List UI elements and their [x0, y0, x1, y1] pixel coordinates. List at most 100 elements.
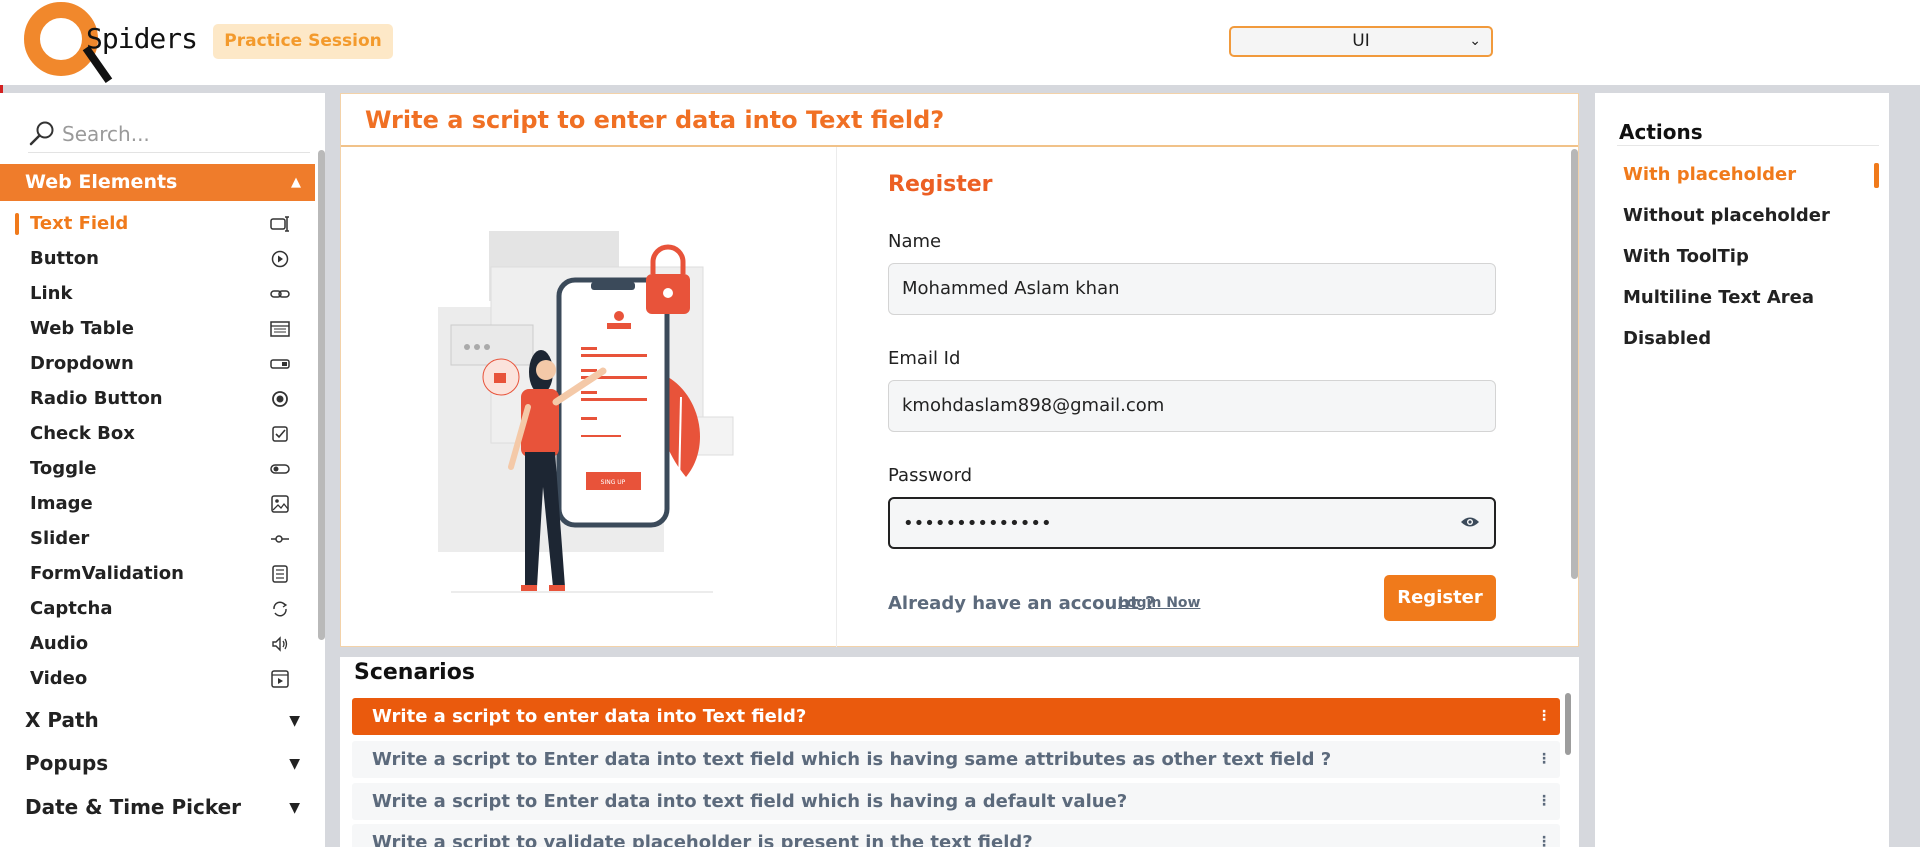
radio-icon [272, 391, 288, 407]
action-without-placeholder[interactable]: Without placeholder [1623, 205, 1830, 226]
main-card: Write a script to enter data into Text f… [340, 93, 1579, 647]
sidebar-item-radio-button[interactable]: Radio Button [0, 383, 300, 415]
sidebar-group-popups[interactable]: Popups ▼ [0, 743, 310, 783]
illustration-pane: SING UP [341, 147, 837, 647]
more-vertical-icon[interactable]: ⋮ [1537, 824, 1551, 847]
sidebar-scrollbar[interactable] [318, 150, 325, 640]
more-vertical-icon[interactable]: ⋮ [1537, 698, 1551, 735]
category-select-value: UI [1352, 31, 1370, 51]
scenario-text: Write a script to Enter data into text f… [372, 749, 1332, 770]
password-value: •••••••••••••• [903, 513, 1052, 534]
sidebar-item-form-validation[interactable]: FormValidation [0, 558, 300, 590]
register-illustration: SING UP [438, 231, 734, 593]
sidebar-item-label: Web Table [30, 318, 134, 339]
scenario-text: Write a script to validate placeholder i… [372, 832, 1033, 847]
practice-session-button[interactable]: Practice Session [213, 24, 393, 59]
register-form: Register Name Mohammed Aslam khan Email … [888, 147, 1568, 647]
sidebar-group-xpath[interactable]: X Path ▼ [0, 700, 310, 740]
captcha-icon [273, 601, 288, 617]
sidebar-item-label: Image [30, 493, 93, 514]
scenario-item[interactable]: Write a script to Enter data into text f… [352, 741, 1560, 778]
sidebar-item-label: Slider [30, 528, 90, 549]
scenario-text: Write a script to enter data into Text f… [372, 706, 807, 727]
sidebar-item-label: Captcha [30, 598, 113, 619]
form-scrollbar[interactable] [1571, 149, 1578, 579]
illustration-button-text: SING UP [601, 479, 626, 486]
form-icon [272, 565, 288, 583]
more-vertical-icon[interactable]: ⋮ [1537, 783, 1551, 820]
category-select[interactable]: UI ⌄ [1229, 26, 1493, 57]
action-multiline-text-area[interactable]: Multiline Text Area [1623, 287, 1814, 308]
login-now-link[interactable]: Login Now [1118, 595, 1200, 611]
sidebar: Search... Web Elements ▲ Text Field Butt… [0, 93, 325, 847]
play-circle-icon [271, 250, 289, 268]
sidebar-item-text-field[interactable]: Text Field [0, 208, 300, 240]
logo-text: Spiders [86, 22, 198, 55]
email-input[interactable]: kmohdaslam898@gmail.com [888, 380, 1496, 432]
scenarios-panel: Scenarios Write a script to enter data i… [340, 657, 1579, 847]
table-icon [270, 321, 290, 337]
register-button[interactable]: Register [1384, 575, 1496, 621]
left-edge-marker [0, 85, 3, 93]
active-action-marker [1874, 163, 1879, 188]
actions-panel: Actions With placeholder Without placeho… [1595, 93, 1889, 847]
sidebar-item-video[interactable]: Video [0, 663, 300, 695]
sidebar-item-link[interactable]: Link [0, 278, 300, 310]
toggle-icon [270, 464, 290, 474]
sidebar-item-audio[interactable]: Audio [0, 628, 300, 660]
form-heading: Register [888, 172, 993, 197]
sidebar-item-web-table[interactable]: Web Table [0, 313, 300, 345]
sidebar-item-label: Video [30, 668, 88, 689]
speaker-icon [272, 636, 288, 652]
sidebar-item-toggle[interactable]: Toggle [0, 453, 300, 485]
name-label: Name [888, 231, 942, 252]
scenarios-scrollbar[interactable] [1565, 693, 1571, 755]
sidebar-item-label: Text Field [30, 213, 129, 234]
slider-icon [271, 535, 289, 543]
sidebar-item-label: FormValidation [30, 563, 184, 584]
dropdown-icon [270, 359, 290, 369]
sidebar-item-captcha[interactable]: Captcha [0, 593, 300, 625]
email-label: Email Id [888, 348, 961, 369]
group-label: Popups [25, 751, 109, 775]
sidebar-item-label: Button [30, 248, 99, 269]
sidebar-item-dropdown[interactable]: Dropdown [0, 348, 300, 380]
sidebar-item-image[interactable]: Image [0, 488, 300, 520]
section-web-elements[interactable]: Web Elements ▲ [0, 164, 315, 201]
sidebar-group-date-time-picker[interactable]: Date & Time Picker ▼ [0, 787, 310, 827]
sidebar-item-label: Radio Button [30, 388, 163, 409]
text-field-icon [270, 216, 289, 232]
sidebar-item-button[interactable]: Button [0, 243, 300, 275]
group-label: Date & Time Picker [25, 795, 242, 819]
password-input[interactable]: •••••••••••••• [888, 497, 1496, 549]
name-input[interactable]: Mohammed Aslam khan [888, 263, 1496, 315]
action-with-tooltip[interactable]: With ToolTip [1623, 246, 1749, 267]
search-input[interactable]: Search... [62, 122, 150, 146]
actions-divider [1617, 145, 1879, 146]
already-account-text: Already have an account ? [888, 593, 1156, 614]
scenario-item[interactable]: Write a script to validate placeholder i… [352, 824, 1560, 847]
page-title: Write a script to enter data into Text f… [365, 106, 945, 134]
link-icon [270, 290, 290, 298]
password-label: Password [888, 465, 973, 486]
search-box[interactable]: Search... [28, 113, 310, 153]
collapse-up-icon: ▲ [291, 175, 301, 190]
qspiders-logo[interactable]: Spiders [22, 2, 198, 84]
more-vertical-icon[interactable]: ⋮ [1537, 741, 1551, 778]
expand-down-icon: ▼ [289, 800, 300, 816]
group-label: X Path [25, 708, 99, 732]
scenario-item[interactable]: Write a script to enter data into Text f… [352, 698, 1560, 735]
video-icon [271, 670, 289, 688]
sidebar-item-check-box[interactable]: Check Box [0, 418, 300, 450]
sidebar-item-label: Toggle [30, 458, 97, 479]
expand-down-icon: ▼ [289, 713, 300, 729]
action-with-placeholder[interactable]: With placeholder [1623, 164, 1796, 185]
search-icon [29, 121, 54, 146]
sidebar-item-slider[interactable]: Slider [0, 523, 300, 555]
sidebar-item-label: Link [30, 283, 73, 304]
sidebar-item-label: Audio [30, 633, 89, 654]
eye-icon[interactable] [1460, 515, 1480, 529]
action-disabled[interactable]: Disabled [1623, 328, 1711, 349]
scenarios-title: Scenarios [354, 660, 475, 685]
scenario-item[interactable]: Write a script to Enter data into text f… [352, 783, 1560, 820]
